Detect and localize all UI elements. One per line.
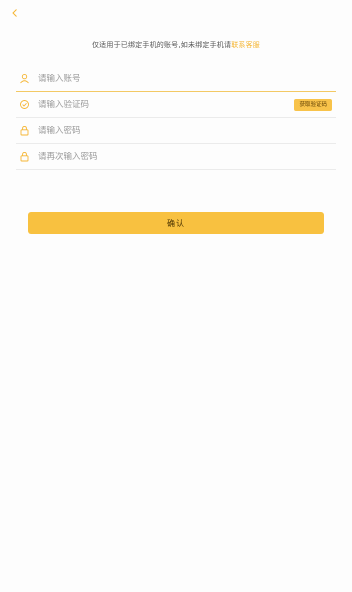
- account-row: [16, 66, 336, 92]
- contact-support-link[interactable]: 联系客服: [231, 41, 260, 49]
- binding-notice: 仅适用于已绑定手机的账号,如未绑定手机请联系客服: [0, 40, 352, 50]
- shield-icon: [18, 99, 30, 111]
- back-button[interactable]: [6, 4, 24, 22]
- reset-password-page: 仅适用于已绑定手机的账号,如未绑定手机请联系客服 获取验证码: [0, 0, 352, 592]
- lock-icon: [18, 151, 30, 163]
- confirm-button[interactable]: 确认: [28, 212, 324, 234]
- password-confirm-input[interactable]: [38, 151, 268, 162]
- get-code-button[interactable]: 获取验证码: [294, 99, 332, 111]
- account-input[interactable]: [38, 73, 268, 84]
- password-row: [16, 118, 336, 144]
- lock-icon: [18, 125, 30, 137]
- verification-code-input[interactable]: [38, 99, 268, 110]
- reset-form: 获取验证码: [16, 66, 336, 170]
- user-icon: [18, 73, 30, 85]
- password-confirm-row: [16, 144, 336, 170]
- notice-text: 仅适用于已绑定手机的账号,如未绑定手机请: [91, 41, 232, 49]
- chevron-left-icon: [12, 9, 17, 17]
- password-input[interactable]: [38, 125, 268, 136]
- code-row: 获取验证码: [16, 92, 336, 118]
